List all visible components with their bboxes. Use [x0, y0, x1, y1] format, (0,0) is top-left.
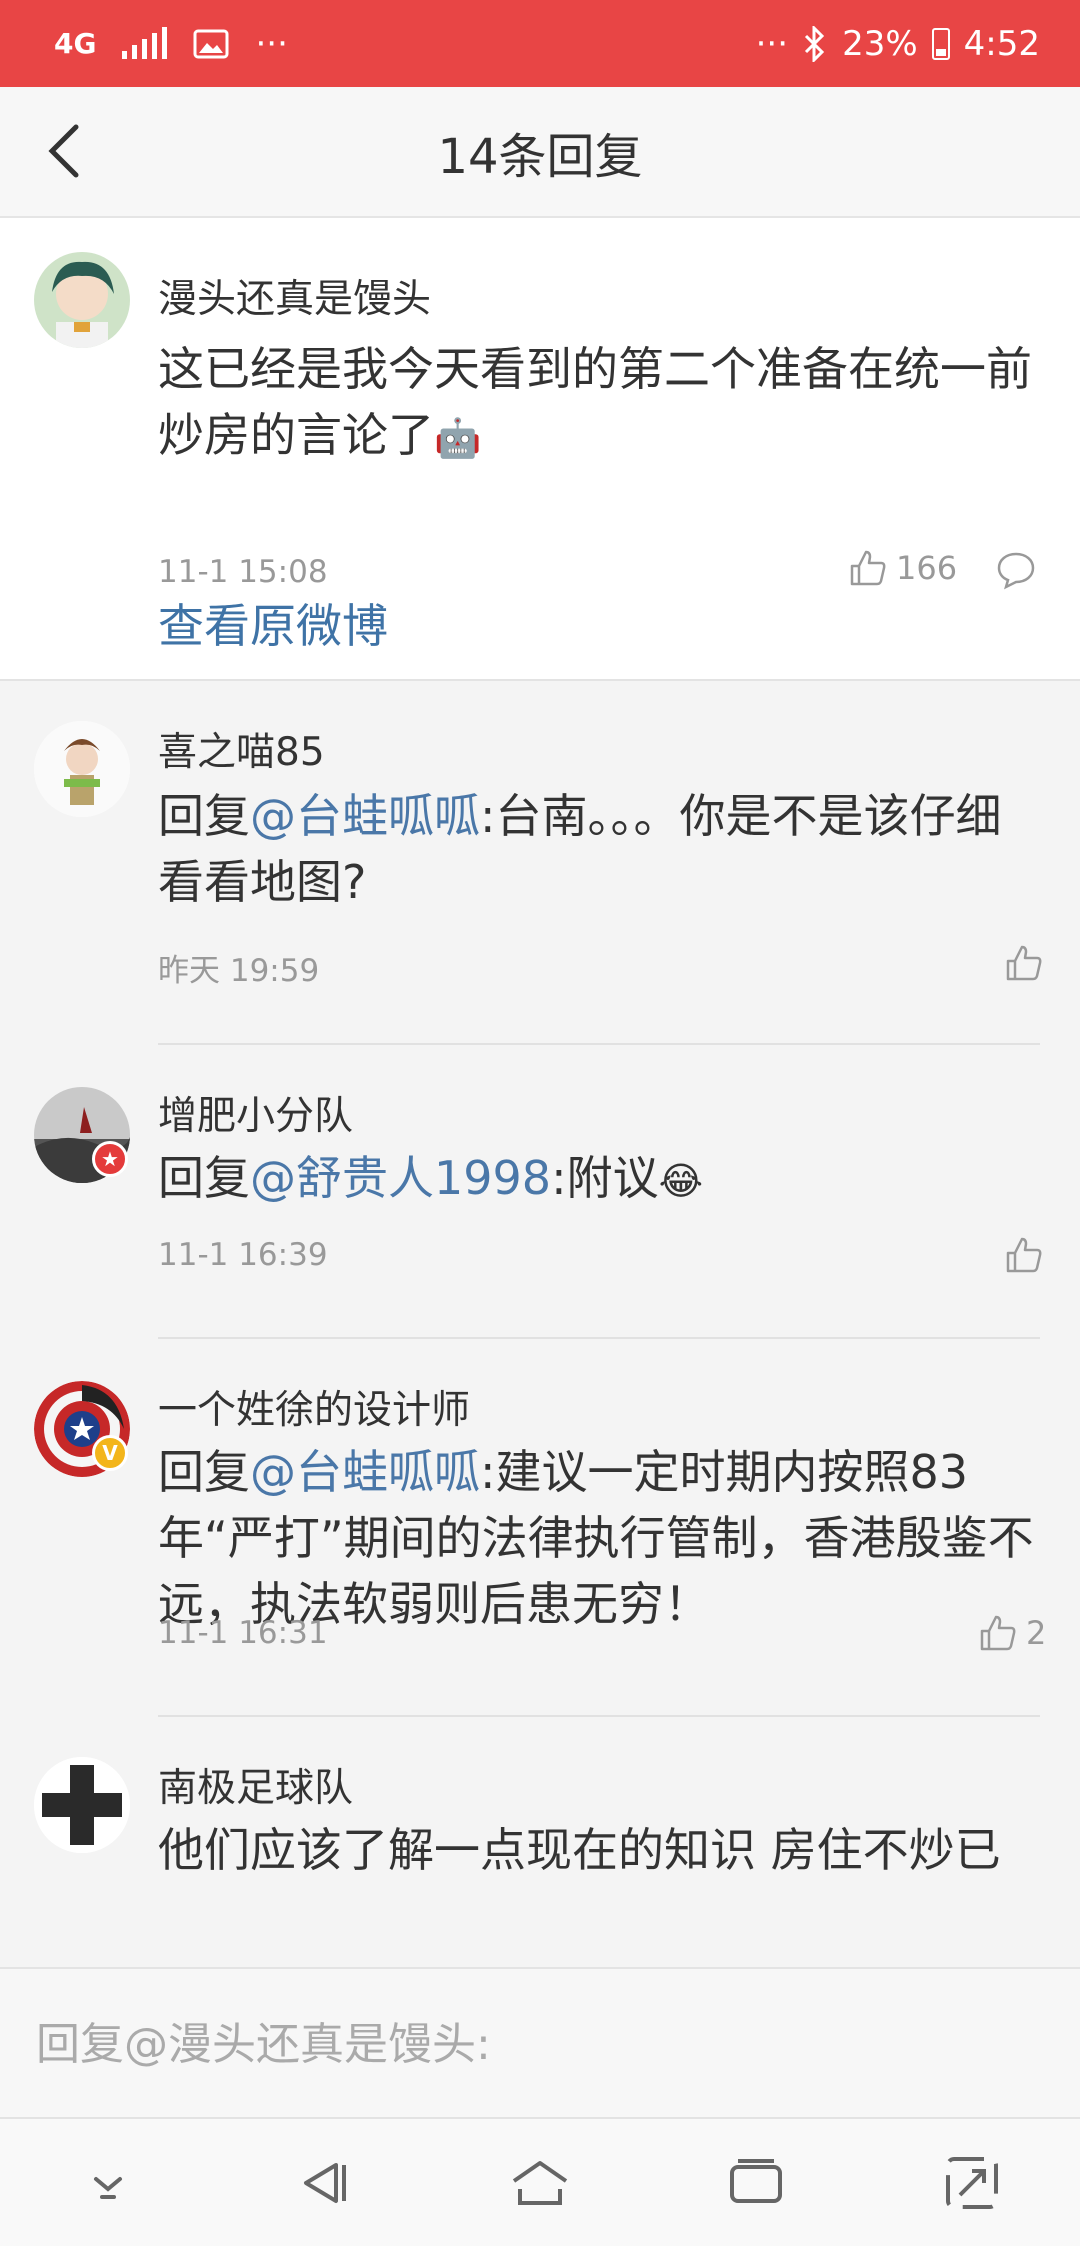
mention-link[interactable]: @台蛙呱呱	[250, 789, 480, 843]
battery-percent: 23%	[842, 23, 918, 64]
network-indicator: 4G	[54, 27, 97, 60]
like-button[interactable]: 166	[848, 548, 957, 588]
reply-prefix: 回复	[158, 789, 250, 843]
avatar[interactable]	[34, 1757, 130, 1853]
username[interactable]: 一个姓徐的设计师	[158, 1379, 470, 1435]
username[interactable]: 南极足球队	[158, 1757, 353, 1813]
username[interactable]: 增肥小分队	[158, 1085, 353, 1141]
reply-text: 他们应该了解一点现在的知识 房住不炒已	[158, 1817, 1038, 1883]
reply-body: :附议	[551, 1151, 659, 1205]
hide-keyboard-icon[interactable]	[76, 2151, 140, 2215]
home-icon[interactable]	[508, 2151, 572, 2215]
doraemon-emoji-icon: 🤖	[434, 416, 482, 460]
comment-time: 11-1 15:08	[158, 554, 328, 590]
view-original-link[interactable]: 查看原微博	[158, 590, 388, 656]
thumbs-up-icon	[850, 550, 886, 586]
reply-text: 回复@舒贵人1998:附议😂	[158, 1145, 1038, 1214]
like-count: 166	[896, 549, 958, 587]
clock: 4:52	[963, 23, 1040, 64]
more-status-icon: ···	[755, 23, 789, 64]
username[interactable]: 喜之喵85	[158, 721, 325, 777]
reply-prefix: 回复	[158, 1445, 250, 1499]
comment-icon[interactable]	[996, 550, 1036, 590]
header: 14条回复	[0, 87, 1080, 218]
status-bar: 4G ··· ··· 23% 4:52	[0, 0, 1080, 87]
recent-apps-icon[interactable]	[724, 2151, 788, 2215]
mention-link[interactable]: @舒贵人1998	[250, 1151, 551, 1205]
reply-input-bar	[0, 1967, 1080, 2119]
page-title: 14条回复	[437, 128, 643, 185]
back-nav-icon[interactable]	[292, 2151, 356, 2215]
comment-text: 这已经是我今天看到的第二个准备在统一前炒房的言论了🤖	[158, 336, 1038, 471]
username[interactable]: 漫头还真是馒头	[158, 268, 431, 324]
reply-time: 11-1 16:39	[158, 1237, 328, 1273]
list-item: V 一个姓徐的设计师 回复@台蛙呱呱:建议一定时期内按照83年“严打”期间的法律…	[0, 1339, 1080, 1717]
reply-body: 他们应该了解一点现在的知识 房住不炒已	[158, 1823, 1001, 1877]
avatar[interactable]	[34, 252, 130, 348]
laughing-emoji-icon: 😂	[658, 1159, 703, 1203]
reply-time: 昨天 19:59	[158, 953, 320, 989]
thumbs-up-icon[interactable]	[1004, 943, 1044, 983]
more-notifications-icon: ···	[255, 23, 288, 64]
thumbs-up-icon[interactable]	[1004, 1235, 1044, 1275]
reply-prefix: 回复	[158, 1151, 250, 1205]
avatar[interactable]	[34, 721, 130, 817]
reply-list: 喜之喵85 回复@台蛙呱呱:台南。。。你是不是该仔细看看地图? 昨天 19:59…	[0, 681, 1080, 1967]
reply-input[interactable]	[36, 2009, 1036, 2079]
bluetooth-icon	[805, 25, 825, 62]
expand-icon[interactable]	[940, 2151, 1004, 2215]
badge-icon: ★	[92, 1141, 128, 1177]
list-item: ★ 增肥小分队 回复@舒贵人1998:附议😂 11-1 16:39	[0, 1045, 1080, 1339]
back-icon[interactable]	[38, 121, 98, 181]
image-notification-icon	[193, 29, 229, 58]
thumbs-up-icon	[980, 1615, 1016, 1651]
reply-text: 回复@台蛙呱呱:台南。。。你是不是该仔细看看地图?	[158, 783, 1038, 915]
mention-link[interactable]: @台蛙呱呱	[250, 1445, 480, 1499]
list-item: 南极足球队 他们应该了解一点现在的知识 房住不炒已	[0, 1717, 1080, 1967]
verified-badge-icon: V	[92, 1435, 128, 1471]
navigation-bar	[0, 2119, 1080, 2246]
list-item: 喜之喵85 回复@台蛙呱呱:台南。。。你是不是该仔细看看地图? 昨天 19:59	[0, 681, 1080, 1045]
like-count: 2	[1026, 1614, 1047, 1652]
main-comment: 漫头还真是馒头 这已经是我今天看到的第二个准备在统一前炒房的言论了🤖 11-1 …	[0, 218, 1080, 681]
like-button[interactable]: 2	[978, 1613, 1046, 1653]
battery-icon	[931, 27, 950, 60]
reply-time: 11-1 16:31	[158, 1615, 328, 1651]
reply-text: 回复@台蛙呱呱:建议一定时期内按照83年“严打”期间的法律执行管制，香港殷鉴不远…	[158, 1439, 1038, 1637]
signal-icon	[122, 26, 168, 59]
comment-body: 这已经是我今天看到的第二个准备在统一前炒房的言论了	[158, 342, 1032, 462]
